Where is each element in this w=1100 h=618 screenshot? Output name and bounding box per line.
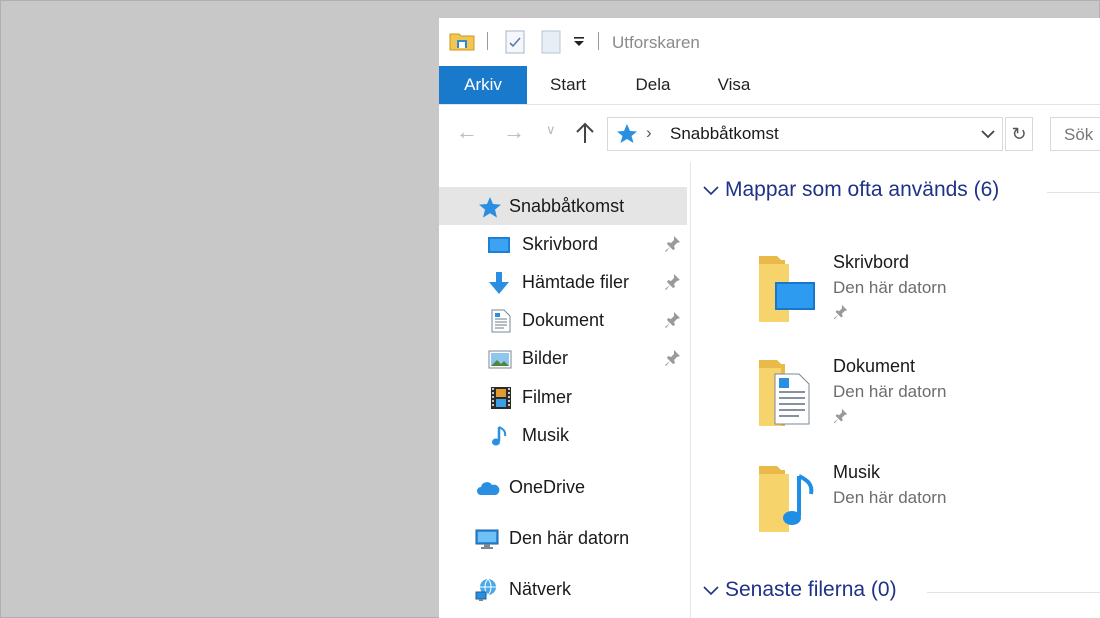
star-icon: [479, 197, 501, 218]
navigation-bar: ← → ∨ › Snabbåtkomst ↻ Sök: [439, 104, 1100, 162]
nav-item-label: OneDrive: [509, 477, 586, 497]
nav-item-label: Musik: [522, 425, 570, 445]
nav-item-musik[interactable]: Musik: [439, 416, 690, 454]
desktop-icon: [488, 237, 510, 253]
group-header-label: Senaste filerna (0): [725, 578, 897, 601]
folder-tile-dokument[interactable]: Dokument Den här datorn: [755, 356, 1085, 452]
folder-tile-musik[interactable]: Musik Den här datorn: [755, 462, 1085, 558]
tile-name: Dokument: [833, 356, 916, 376]
tab-arkiv[interactable]: Arkiv: [439, 66, 527, 104]
nav-item-label: Den här datorn: [509, 528, 630, 548]
desktop-folder-icon: [759, 256, 815, 322]
navigation-pane: Snabbåtkomst Skrivbord Hämtade filer Dok…: [439, 162, 691, 618]
nav-item-label: Filmer: [522, 387, 572, 407]
tile-location: Den här datorn: [833, 278, 947, 297]
star-icon: [617, 124, 637, 143]
tile-name: Musik: [833, 462, 881, 482]
nav-item-label: Nätverk: [509, 579, 572, 599]
up-arrow-icon[interactable]: [575, 122, 595, 144]
ribbon-tabs: Arkiv Start Dela Visa: [439, 66, 1100, 105]
group-divider: [1047, 192, 1100, 193]
document-icon: [491, 309, 511, 333]
documents-folder-icon: [759, 360, 810, 426]
group-header-recent[interactable]: Senaste filerna (0): [703, 578, 897, 602]
nav-item-label: Hämtade filer: [522, 272, 630, 292]
pin-icon[interactable]: [833, 304, 849, 320]
window-title: Utforskaren: [612, 33, 700, 52]
film-icon: [491, 387, 511, 409]
cloud-icon: [477, 482, 500, 495]
forward-arrow-icon[interactable]: →: [503, 119, 525, 145]
pictures-icon: [488, 350, 512, 369]
music-icon: [492, 426, 507, 446]
pin-icon[interactable]: [665, 273, 681, 291]
nav-item-filmer[interactable]: Filmer: [439, 378, 690, 416]
group-divider: [927, 592, 1100, 593]
nav-item-onedrive[interactable]: OneDrive: [439, 468, 690, 506]
recent-locations-chevron-icon[interactable]: ∨: [546, 122, 556, 138]
file-explorer-window: Utforskaren Arkiv Start Dela Visa ← → ∨ …: [439, 18, 1100, 618]
refresh-icon[interactable]: ↻: [1005, 117, 1033, 151]
title-bar: Utforskaren: [439, 18, 1100, 66]
nav-item-natverk[interactable]: Nätverk: [439, 570, 690, 608]
nav-item-snabbatkomst[interactable]: Snabbåtkomst: [439, 187, 687, 225]
back-arrow-icon[interactable]: ←: [456, 119, 478, 145]
folder-properties-icon[interactable]: [449, 30, 475, 52]
qat-separator: [487, 32, 488, 50]
nav-item-dokument[interactable]: Dokument: [439, 301, 690, 339]
content-pane: Mappar som ofta används (6) Skrivbord De…: [691, 162, 1100, 618]
nav-item-den-har-datorn[interactable]: Den här datorn: [439, 519, 690, 557]
breadcrumb-separator-icon: ›: [646, 123, 652, 142]
computer-icon: [475, 529, 499, 549]
nav-item-label: Skrivbord: [522, 234, 599, 254]
folder-tile-skrivbord[interactable]: Skrivbord Den här datorn: [755, 252, 1085, 348]
qat-separator: [598, 32, 599, 50]
pin-icon[interactable]: [665, 349, 681, 367]
nav-item-skrivbord[interactable]: Skrivbord: [439, 225, 690, 263]
pin-icon[interactable]: [665, 235, 681, 253]
tab-visa[interactable]: Visa: [705, 66, 763, 104]
tile-name: Skrivbord: [833, 252, 910, 272]
tab-start[interactable]: Start: [535, 66, 601, 104]
pin-icon[interactable]: [833, 408, 849, 424]
group-header-frequent[interactable]: Mappar som ofta används (6): [703, 178, 999, 202]
address-bar[interactable]: › Snabbåtkomst: [607, 117, 1003, 151]
address-dropdown-icon[interactable]: [981, 129, 995, 139]
properties-checkbox-icon[interactable]: [505, 30, 525, 54]
group-header-label: Mappar som ofta används (6): [725, 178, 1000, 201]
tile-location: Den här datorn: [833, 488, 947, 507]
nav-item-label: Dokument: [522, 310, 605, 330]
network-icon: [475, 578, 496, 601]
nav-item-label: Snabbåtkomst: [509, 196, 625, 216]
download-icon: [489, 272, 509, 294]
pin-icon[interactable]: [665, 311, 681, 329]
collapse-chevron-icon[interactable]: [703, 586, 719, 596]
nav-item-hamtade-filer[interactable]: Hämtade filer: [439, 263, 690, 301]
music-folder-icon: [759, 466, 814, 532]
tab-dela[interactable]: Dela: [621, 66, 685, 104]
nav-item-label: Bilder: [522, 348, 569, 368]
customize-qat-dropdown-icon[interactable]: [573, 36, 585, 48]
search-placeholder: Sök: [1064, 125, 1094, 144]
nav-item-bilder[interactable]: Bilder: [439, 339, 690, 377]
tile-location: Den här datorn: [833, 382, 947, 401]
new-folder-icon[interactable]: [541, 30, 561, 54]
collapse-chevron-icon[interactable]: [703, 186, 719, 196]
search-input[interactable]: Sök: [1050, 117, 1100, 151]
breadcrumb[interactable]: Snabbåtkomst: [670, 124, 779, 144]
